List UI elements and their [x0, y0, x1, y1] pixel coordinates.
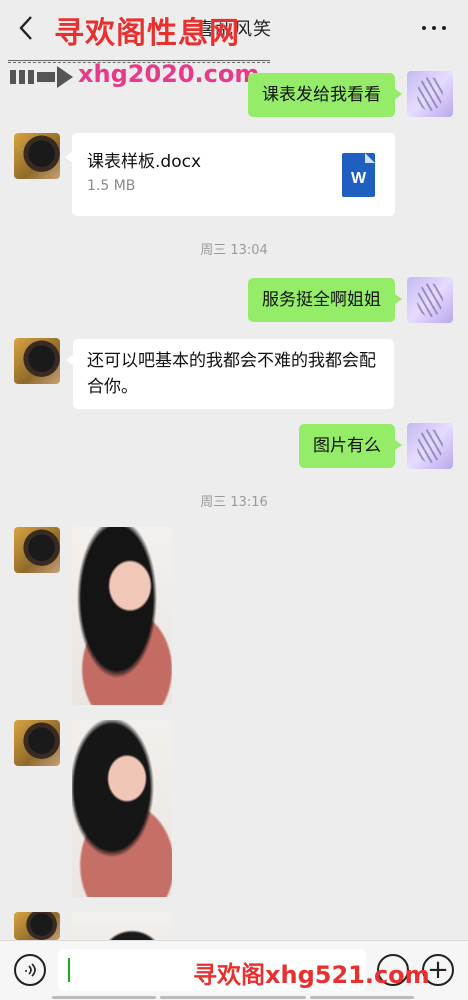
file-size: 1.5 MB	[87, 178, 136, 194]
contact-avatar[interactable]	[14, 338, 60, 384]
home-indicator	[52, 996, 156, 999]
chevron-left-icon	[19, 16, 32, 40]
home-indicator	[160, 996, 306, 999]
timestamp: 周三 13:04	[200, 243, 268, 258]
ellipsis-icon	[422, 26, 426, 30]
voice-icon	[25, 963, 36, 977]
watermark-top: 寻欢阁性息网	[54, 16, 240, 51]
message-bubble-received[interactable]: 还可以吧基本的我都会不难的我都会配合你。	[66, 339, 394, 409]
ellipsis-dot	[432, 26, 436, 30]
image-message[interactable]	[72, 720, 172, 897]
watermark-bottom: 寻欢阁xhg521.com	[193, 961, 430, 989]
text-cursor	[68, 958, 70, 982]
back-button[interactable]	[8, 10, 44, 46]
watermark-arrow-icon	[10, 66, 73, 88]
ellipsis-dot	[442, 26, 446, 30]
contact-avatar[interactable]	[14, 720, 60, 766]
contact-avatar[interactable]	[14, 527, 60, 573]
my-avatar[interactable]	[407, 423, 453, 469]
home-indicator	[310, 996, 414, 999]
plus-icon: +	[427, 955, 449, 985]
message-bubble-sent[interactable]: 图片有么	[299, 424, 402, 468]
message-bubble-sent[interactable]: 课表发给我看看	[248, 73, 402, 117]
more-options-button[interactable]	[416, 10, 452, 46]
image-message[interactable]	[72, 527, 172, 705]
my-avatar[interactable]	[407, 71, 453, 117]
my-avatar[interactable]	[407, 277, 453, 323]
word-doc-icon-letter: W	[350, 170, 367, 187]
file-name: 课表样板.docx	[87, 152, 202, 172]
watermark-url: xhg2020.com	[78, 60, 260, 88]
message-bubble-sent[interactable]: 服务挺全啊姐姐	[248, 278, 402, 322]
word-doc-icon: W	[342, 153, 375, 197]
contact-avatar[interactable]	[14, 912, 60, 940]
contact-avatar[interactable]	[14, 133, 60, 179]
timestamp: 周三 13:16	[200, 495, 268, 510]
file-message-card[interactable]: 课表样板.docx 1.5 MB W	[65, 133, 395, 216]
voice-button[interactable]	[14, 954, 46, 986]
